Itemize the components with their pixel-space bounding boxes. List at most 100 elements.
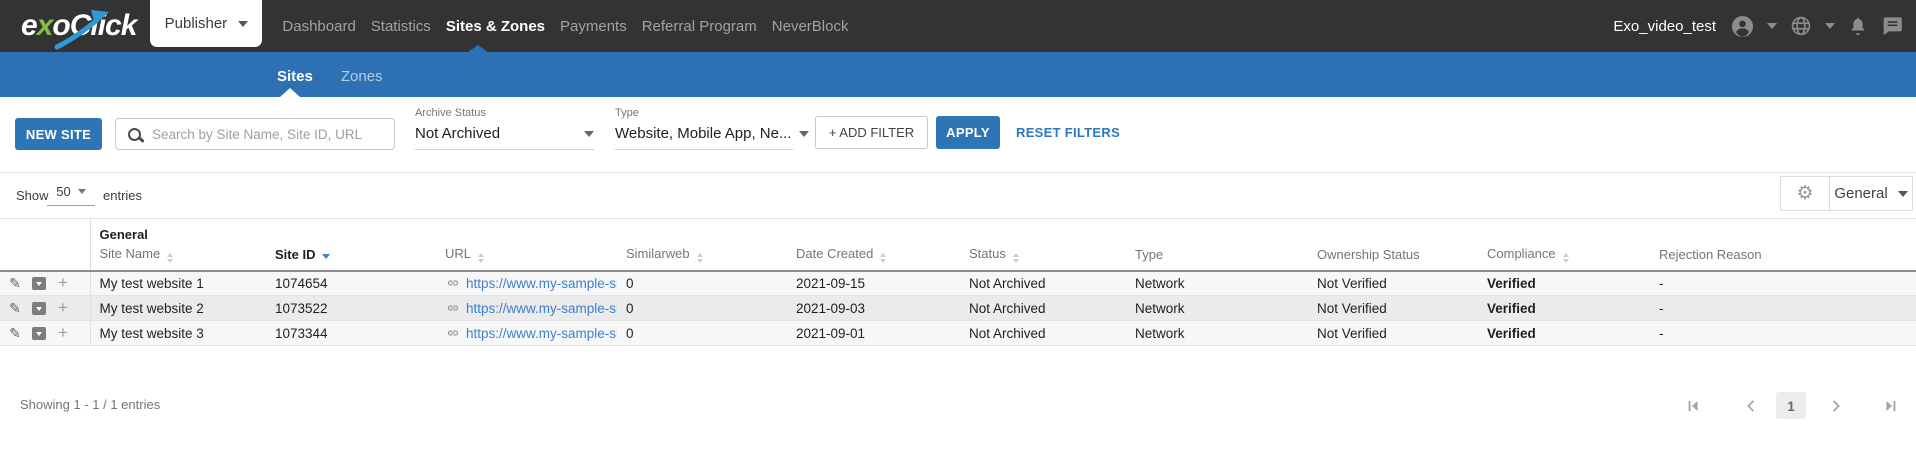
sort-desc-icon[interactable]: [322, 254, 330, 259]
avatar[interactable]: [1731, 15, 1754, 38]
edit-icon[interactable]: ✎: [7, 275, 23, 291]
nav-item-sites-zones[interactable]: Sites & Zones: [446, 18, 545, 35]
logo-text-rest: oClick: [52, 9, 136, 42]
cell-url: https://www.my-sample-sit...: [436, 271, 617, 296]
last-page-button[interactable]: [1881, 392, 1901, 420]
logo-text: e: [21, 9, 37, 42]
column-header-type[interactable]: Type: [1126, 244, 1308, 271]
column-header-site-id[interactable]: Site ID: [266, 244, 436, 271]
column-header-url[interactable]: URL: [436, 244, 617, 271]
account-menu-chevron-icon[interactable]: [1767, 23, 1777, 29]
column-label: Ownership Status: [1317, 247, 1420, 262]
nav-item-payments[interactable]: Payments: [560, 18, 627, 35]
nav-item-neverblock[interactable]: NeverBlock: [772, 18, 849, 35]
actions-header-spacer: [0, 244, 90, 271]
column-header-site-name[interactable]: Site Name: [90, 244, 266, 271]
cell-date-created: 2021-09-03: [787, 296, 960, 321]
search-input[interactable]: [152, 127, 394, 142]
chevron-down-icon: [1898, 191, 1908, 197]
cell-ownership-status: Not Verified: [1308, 271, 1478, 296]
top-navbar: exoClick Publisher Dashboard Statistics Si…: [0, 0, 1916, 52]
active-tab-notch: [280, 88, 300, 97]
cell-compliance: Verified: [1478, 271, 1650, 296]
table-row: ✎ + My test website 3 1073344 https://ww…: [0, 321, 1916, 346]
reset-filters-button[interactable]: RESET FILTERS: [1016, 116, 1120, 149]
site-url-link[interactable]: https://www.my-sample-sit...: [466, 301, 617, 316]
add-filter-button[interactable]: + ADD FILTER: [815, 116, 928, 149]
sort-toggle-icon[interactable]: [1013, 253, 1019, 263]
cell-status: Not Archived: [960, 271, 1126, 296]
nav-item-dashboard[interactable]: Dashboard: [282, 18, 355, 35]
edit-icon[interactable]: ✎: [7, 325, 23, 341]
column-header-compliance[interactable]: Compliance: [1478, 244, 1650, 271]
group-header-general: General: [90, 219, 1916, 244]
language-menu-chevron-icon[interactable]: [1825, 23, 1835, 29]
link-icon: [445, 327, 461, 339]
column-label: Date Created: [796, 246, 873, 261]
cell-site-name: My test website 1: [90, 271, 266, 296]
cell-type: Network: [1126, 271, 1308, 296]
current-page-button[interactable]: 1: [1776, 392, 1806, 419]
sort-toggle-icon[interactable]: [478, 253, 484, 263]
active-section-notch: [468, 45, 488, 52]
column-header-similarweb[interactable]: Similarweb: [617, 244, 787, 271]
add-zone-icon[interactable]: +: [55, 275, 71, 291]
cell-rejection-reason: -: [1650, 321, 1916, 346]
actions-group-spacer: [0, 219, 90, 244]
nav-item-referral-program[interactable]: Referral Program: [642, 18, 757, 35]
subnav-tabs: Sites Zones: [277, 68, 383, 85]
site-url-link[interactable]: https://www.my-sample-sit...: [466, 326, 617, 341]
archive-status-label: Archive Status: [415, 107, 594, 119]
role-selector[interactable]: Publisher: [150, 0, 262, 47]
search-icon: [128, 128, 141, 141]
cell-status: Not Archived: [960, 321, 1126, 346]
filter-bar: NEW SITE Archive Status Not Archived Typ…: [0, 97, 1916, 172]
archive-icon[interactable]: [31, 300, 47, 316]
column-header-rejection-reason[interactable]: Rejection Reason: [1650, 244, 1916, 271]
column-label: Compliance: [1487, 246, 1556, 261]
gear-icon[interactable]: ⚙: [1781, 177, 1830, 210]
navbar-right: Exo_video_test: [1613, 15, 1904, 38]
column-header-ownership-status[interactable]: Ownership Status: [1308, 244, 1478, 271]
next-page-button[interactable]: [1826, 392, 1846, 420]
page-size-value: 50: [56, 184, 70, 199]
notifications-bell-icon[interactable]: [1848, 15, 1868, 37]
cell-site-id: 1074654: [266, 271, 436, 296]
column-header-status[interactable]: Status: [960, 244, 1126, 271]
sort-toggle-icon[interactable]: [1563, 253, 1569, 263]
row-actions: ✎ +: [0, 296, 90, 321]
exoclick-logo[interactable]: exoClick: [21, 9, 136, 43]
view-selector[interactable]: General: [1830, 177, 1912, 210]
cell-site-id: 1073522: [266, 296, 436, 321]
first-page-button[interactable]: [1683, 392, 1703, 420]
archive-icon[interactable]: [31, 325, 47, 341]
previous-page-button[interactable]: [1741, 392, 1761, 420]
cell-site-name: My test website 2: [90, 296, 266, 321]
cell-similarweb: 0: [617, 296, 787, 321]
sort-toggle-icon[interactable]: [697, 253, 703, 263]
link-icon: [445, 277, 461, 289]
nav-item-statistics[interactable]: Statistics: [371, 18, 431, 35]
chat-icon[interactable]: [1881, 15, 1904, 38]
sort-toggle-icon[interactable]: [167, 253, 173, 263]
cell-similarweb: 0: [617, 271, 787, 296]
view-selector-value: General: [1834, 185, 1887, 202]
archive-icon[interactable]: [31, 275, 47, 291]
column-label: Rejection Reason: [1659, 247, 1762, 262]
apply-button[interactable]: APPLY: [936, 116, 1000, 149]
chevron-down-icon: [78, 189, 86, 194]
add-zone-icon[interactable]: +: [55, 300, 71, 316]
page-size-select[interactable]: 50: [47, 184, 95, 206]
add-zone-icon[interactable]: +: [55, 325, 71, 341]
tab-sites[interactable]: Sites: [277, 68, 313, 85]
new-site-button[interactable]: NEW SITE: [15, 118, 102, 150]
globe-icon[interactable]: [1790, 15, 1812, 37]
site-url-link[interactable]: https://www.my-sample-sit...: [466, 276, 617, 291]
sites-table-wrap: General Site NameSite IDURLSimilarweb Dat…: [0, 218, 1916, 346]
type-select[interactable]: Type Website, Mobile App, Ne...: [615, 107, 793, 150]
archive-status-select[interactable]: Archive Status Not Archived: [415, 107, 594, 150]
edit-icon[interactable]: ✎: [7, 300, 23, 316]
tab-zones[interactable]: Zones: [341, 68, 383, 85]
sort-toggle-icon[interactable]: [880, 253, 886, 263]
column-header-date-created[interactable]: Date Created: [787, 244, 960, 271]
